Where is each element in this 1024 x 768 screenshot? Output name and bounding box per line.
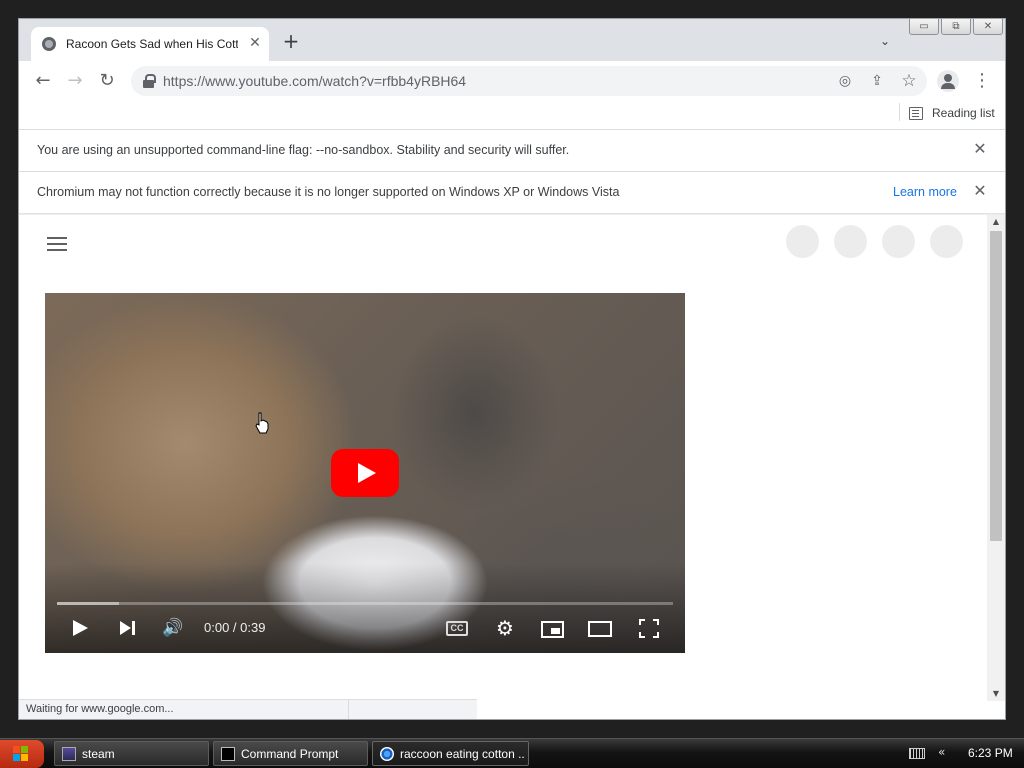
forward-button[interactable]: → bbox=[63, 69, 87, 93]
tab-close-icon[interactable]: ✕ bbox=[247, 35, 263, 51]
command-prompt-icon bbox=[221, 747, 235, 761]
infobar-close-icon[interactable]: ✕ bbox=[971, 182, 989, 200]
start-button[interactable] bbox=[0, 740, 44, 768]
taskbar-item-steam[interactable]: steam bbox=[54, 741, 209, 766]
back-button[interactable]: ← bbox=[31, 69, 55, 93]
tab-active[interactable]: Racoon Gets Sad when His Cotton Candy ✕ bbox=[31, 27, 269, 61]
infobar-text: You are using an unsupported command-lin… bbox=[37, 143, 570, 157]
infobar-text: Chromium may not function correctly beca… bbox=[37, 185, 620, 199]
profile-avatar-icon[interactable] bbox=[937, 70, 959, 92]
minimize-button[interactable]: ▭ bbox=[909, 19, 939, 35]
scroll-thumb[interactable] bbox=[990, 231, 1002, 541]
time-display: 0:00 / 0:39 bbox=[204, 620, 266, 635]
status-text: Waiting for www.google.com... bbox=[26, 703, 174, 715]
hand-cursor-icon bbox=[255, 412, 269, 434]
progress-loaded bbox=[57, 602, 119, 605]
large-play-button[interactable] bbox=[331, 449, 399, 497]
volume-icon[interactable]: 🔊 bbox=[159, 615, 187, 641]
miniplayer-icon[interactable] bbox=[541, 621, 564, 638]
taskbar: steam Command Prompt raccoon eating cott… bbox=[0, 738, 1024, 768]
loading-placeholder-icon bbox=[930, 225, 963, 258]
infobar-unsupported-os: Chromium may not function correctly beca… bbox=[19, 171, 1005, 213]
tab-search-button[interactable]: ⌄ bbox=[877, 33, 893, 49]
tab-strip: Racoon Gets Sad when His Cotton Candy ✕ … bbox=[19, 19, 1005, 61]
progress-bar[interactable] bbox=[57, 602, 673, 605]
fullscreen-icon[interactable] bbox=[639, 619, 659, 638]
next-icon[interactable] bbox=[113, 615, 141, 641]
taskbar-item-command-prompt[interactable]: Command Prompt bbox=[213, 741, 368, 766]
globe-icon bbox=[42, 37, 56, 51]
scroll-down-icon[interactable]: ▼ bbox=[987, 687, 1005, 701]
page-scrollbar[interactable]: ▲ ▼ bbox=[987, 215, 1005, 701]
taskbar-item-label: Command Prompt bbox=[241, 747, 339, 761]
taskbar-item-label: steam bbox=[82, 747, 115, 761]
chromium-icon bbox=[380, 747, 394, 761]
infobar-sandbox-warning: You are using an unsupported command-lin… bbox=[19, 129, 1005, 171]
tab-title: Racoon Gets Sad when His Cotton Candy bbox=[66, 37, 238, 51]
url-text[interactable]: https://www.youtube.com/watch?v=rfbb4yRB… bbox=[163, 73, 466, 89]
learn-more-link[interactable]: Learn more bbox=[893, 185, 957, 199]
reading-list-button[interactable]: Reading list bbox=[909, 103, 995, 123]
browser-window: Racoon Gets Sad when His Cotton Candy ✕ … bbox=[18, 18, 1006, 720]
lock-icon[interactable] bbox=[143, 74, 156, 88]
settings-gear-icon[interactable]: ⚙ bbox=[491, 615, 519, 641]
reading-list-icon bbox=[909, 106, 923, 120]
youtube-page: 🔊 0:00 / 0:39 CC ⚙ bbox=[19, 215, 987, 699]
play-icon[interactable] bbox=[65, 615, 93, 641]
restore-button[interactable]: ⧉ bbox=[941, 19, 971, 35]
status-bubble: Waiting for www.google.com... bbox=[19, 699, 349, 719]
new-tab-button[interactable]: + bbox=[281, 31, 301, 51]
browser-menu-icon[interactable]: ⋮ bbox=[973, 69, 991, 93]
address-bar[interactable]: https://www.youtube.com/watch?v=rfbb4yRB… bbox=[131, 66, 927, 96]
scroll-up-icon[interactable]: ▲ bbox=[987, 215, 1005, 229]
steam-icon bbox=[62, 747, 76, 761]
bookmarks-separator bbox=[899, 103, 900, 121]
theater-mode-icon[interactable] bbox=[588, 621, 612, 637]
window-controls: ▭ ⧉ ✕ bbox=[909, 19, 1005, 36]
taskbar-clock[interactable]: 6:23 PM bbox=[968, 746, 1013, 760]
status-bubble-extension bbox=[349, 699, 477, 719]
captions-icon[interactable]: CC bbox=[446, 621, 468, 636]
bookmark-star-icon[interactable]: ☆ bbox=[899, 71, 919, 91]
windows-logo-icon bbox=[13, 746, 29, 762]
bookmarks-bar: Reading list bbox=[19, 101, 1005, 127]
loading-placeholder-icon bbox=[882, 225, 915, 258]
controls-gradient bbox=[45, 563, 685, 653]
taskbar-item-label: raccoon eating cotton ... bbox=[400, 747, 524, 761]
loading-placeholder-icon bbox=[834, 225, 867, 258]
taskbar-item-chromium[interactable]: raccoon eating cotton ... bbox=[372, 741, 529, 766]
browser-toolbar: ← → ↻ https://www.youtube.com/watch?v=rf… bbox=[19, 61, 1005, 101]
infobar-close-icon[interactable]: ✕ bbox=[971, 140, 989, 158]
tray-expand-icon[interactable]: « bbox=[938, 745, 945, 759]
reload-button[interactable]: ↻ bbox=[95, 69, 119, 93]
share-icon[interactable]: ⇪ bbox=[867, 71, 887, 91]
loading-placeholder-icon bbox=[786, 225, 819, 258]
video-player[interactable]: 🔊 0:00 / 0:39 CC ⚙ bbox=[45, 293, 685, 653]
hamburger-menu-icon[interactable] bbox=[47, 235, 67, 251]
reading-list-label: Reading list bbox=[932, 106, 995, 120]
keyboard-icon[interactable] bbox=[909, 748, 925, 759]
close-window-button[interactable]: ✕ bbox=[973, 19, 1003, 35]
eye-off-icon[interactable]: ◎ bbox=[835, 71, 855, 91]
miniplayer-inner bbox=[551, 628, 560, 634]
